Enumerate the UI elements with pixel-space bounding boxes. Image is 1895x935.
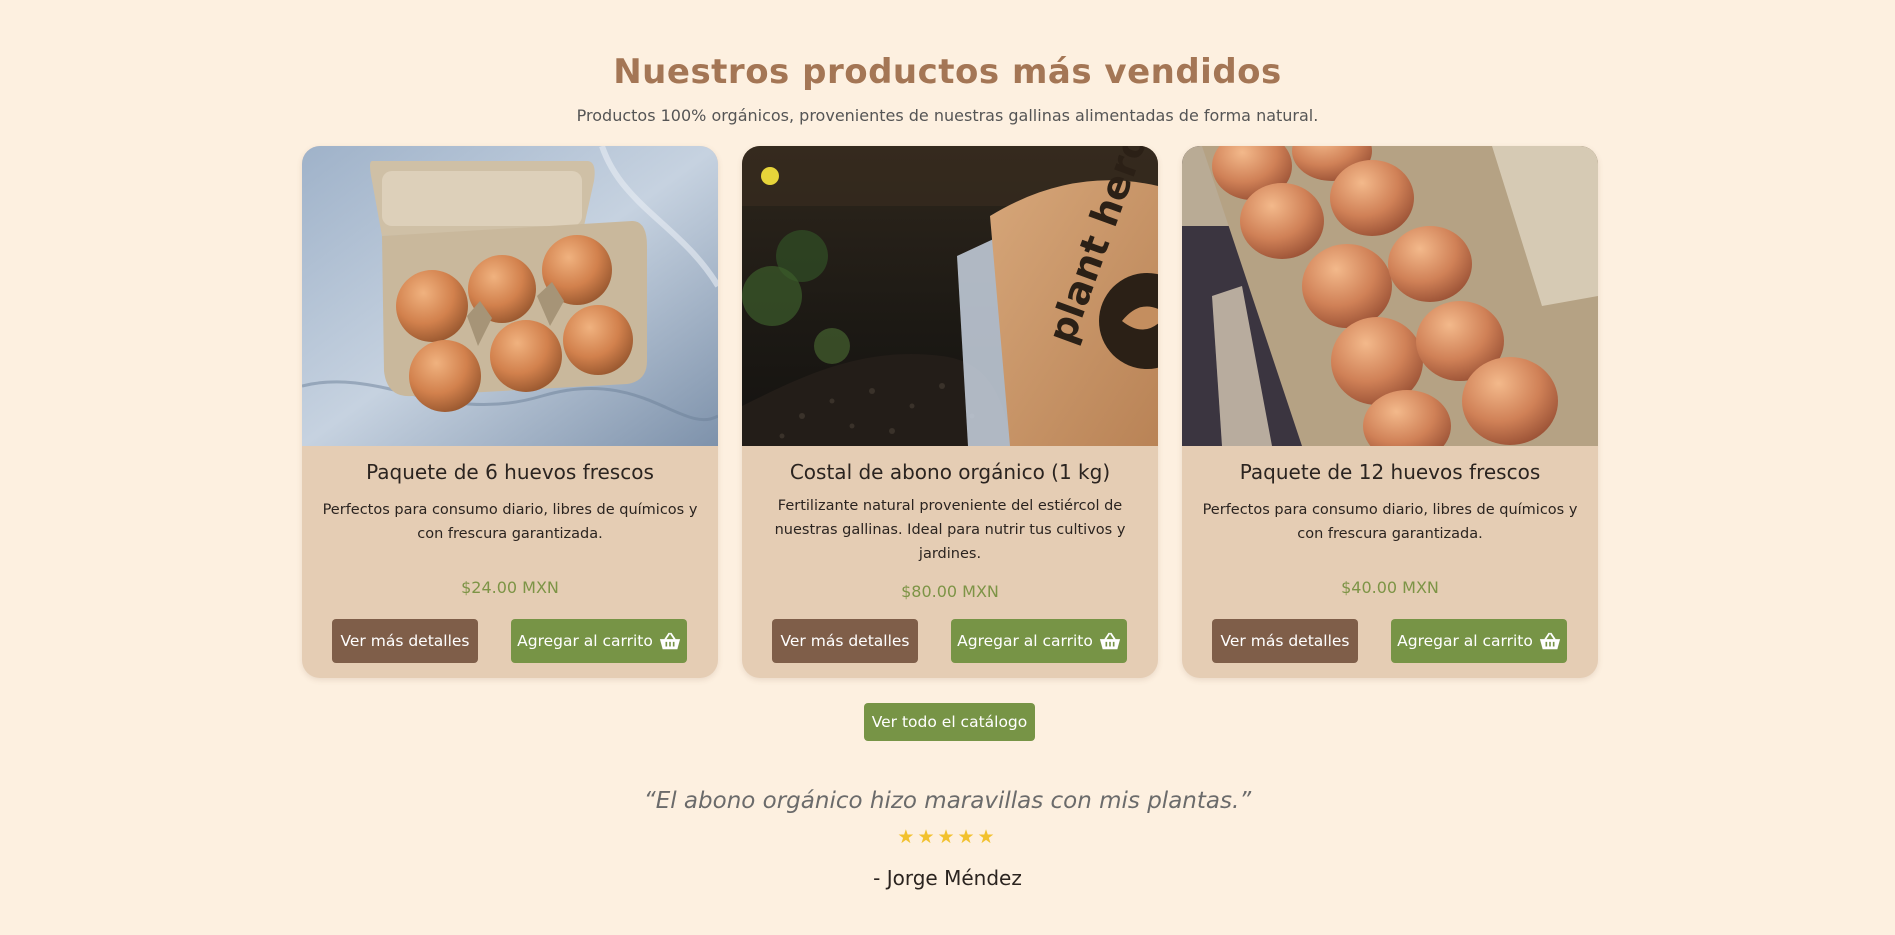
add-to-cart-label: Agregar al carrito [957,632,1093,650]
view-details-label: Ver más detalles [780,632,910,650]
add-to-cart-button[interactable]: Agregar al carrito [951,619,1127,663]
product-price: $80.00 MXN [901,582,999,601]
add-to-cart-button[interactable]: Agregar al carrito [1391,619,1567,663]
rating-stars: ★★★★★ [897,826,998,848]
section-subtitle: Productos 100% orgánicos, provenientes d… [576,106,1319,125]
egg-carton-12-photo [1182,146,1598,446]
product-title: Costal de abono orgánico (1 kg) [789,460,1111,484]
view-details-label: Ver más detalles [1220,632,1350,650]
compost-bag-photo: plant hero [742,146,1158,446]
view-details-button[interactable]: Ver más detalles [772,619,918,663]
testimonial-author: - Jorge Méndez [873,866,1022,890]
testimonial-quote: “El abono orgánico hizo maravillas con m… [643,788,1252,814]
product-title: Paquete de 6 huevos frescos [366,460,654,484]
product-card: plant hero Costal de abono orgánico (1 k… [742,146,1158,678]
basket-icon [1099,632,1120,650]
view-details-label: Ver más detalles [340,632,470,650]
add-to-cart-label: Agregar al carrito [517,632,653,650]
product-card: Paquete de 6 huevos frescos Perfectos pa… [302,146,718,678]
product-description: Perfectos para consumo diario, libres de… [322,502,698,542]
view-catalog-button[interactable]: Ver todo el catálogo [864,703,1035,741]
basket-icon [1539,632,1560,650]
section-title: Nuestros productos más vendidos [613,52,1282,92]
add-to-cart-label: Agregar al carrito [1397,632,1533,650]
product-description: Perfectos para consumo diario, libres de… [1202,502,1578,542]
view-details-button[interactable]: Ver más detalles [332,619,478,663]
add-to-cart-button[interactable]: Agregar al carrito [511,619,687,663]
view-details-button[interactable]: Ver más detalles [1212,619,1358,663]
product-card: Paquete de 12 huevos frescos Perfectos p… [1182,146,1598,678]
basket-icon [659,632,680,650]
product-description: Fertilizante natural proveniente del est… [774,498,1126,562]
product-title: Paquete de 12 huevos frescos [1239,460,1541,484]
product-price: $40.00 MXN [1341,578,1439,597]
egg-carton-6-photo [302,146,718,446]
product-price: $24.00 MXN [461,578,559,597]
